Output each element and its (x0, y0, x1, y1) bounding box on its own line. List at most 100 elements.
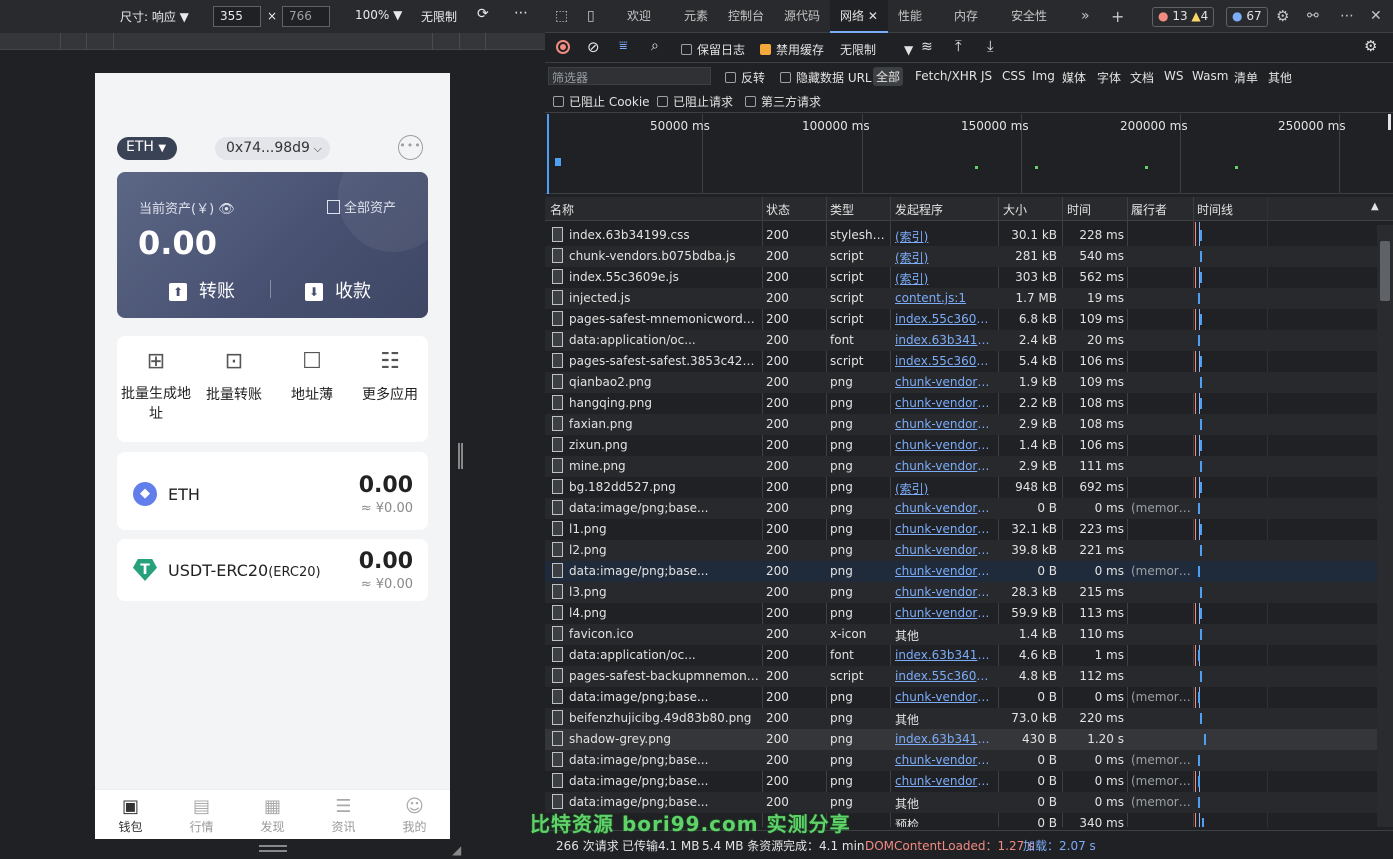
table-row[interactable]: bg.182dd527.png 200 png (索引) 948 kB 692 ms (545, 477, 1377, 498)
cell-initiator[interactable]: index.63b34199.... (895, 648, 995, 662)
tab-wallet[interactable]: ▣ 钱包 (95, 790, 166, 839)
viewport-resize-handle[interactable] (458, 443, 463, 469)
blocked-requests-checkbox[interactable]: 已阻止请求 (657, 93, 733, 110)
cell-initiator[interactable]: chunk-vendors.b... (895, 522, 995, 536)
cell-initiator[interactable]: chunk-vendors.b... (895, 585, 995, 599)
tab-elements[interactable]: 元素 (684, 0, 708, 33)
more-icon[interactable]: ⋯ (514, 5, 528, 21)
tab-profile[interactable]: ☺ 我的 (379, 790, 450, 839)
tab-performance[interactable]: 性能 (898, 0, 922, 33)
col-type[interactable]: 类型 (830, 201, 854, 218)
type-filter-xhr[interactable]: Fetch/XHR (915, 69, 977, 83)
zoom-dropdown[interactable]: 100% ▼ (355, 8, 402, 22)
tab-welcome[interactable]: 欢迎 (627, 0, 651, 33)
chain-selector[interactable]: ETH ▼ (117, 137, 177, 160)
table-row[interactable]: index.55c3609e.js 200 script (索引) 303 kB 562 … (545, 267, 1377, 288)
table-row[interactable]: data:image/png;base... 200 png chunk-vendor… (545, 687, 1377, 708)
scrollbar-thumb[interactable] (1380, 241, 1390, 301)
add-tab-icon[interactable]: + (1111, 0, 1124, 33)
type-filter-js[interactable]: JS (981, 69, 992, 83)
table-row[interactable]: faxian.png 200 png chunk-vendors.b... 2.9 kB… (545, 414, 1377, 435)
tab-console[interactable]: 控制台 (728, 0, 764, 33)
cell-initiator[interactable]: (索引) (895, 480, 995, 497)
height-input[interactable]: 766 (282, 6, 330, 27)
blocked-cookies-checkbox[interactable]: 已阻止 Cookie (553, 93, 650, 110)
eye-icon[interactable]: 👁 (218, 202, 235, 217)
size-dropdown[interactable]: 尺寸: 响应 ▼ (120, 8, 189, 25)
cell-initiator[interactable]: chunk-vendors.b... (895, 564, 995, 578)
table-row[interactable]: data:image/png;base... 200 png chunk-vendor… (545, 561, 1377, 582)
disable-cache-checkbox[interactable]: 禁用缓存 (760, 41, 824, 58)
cell-initiator[interactable]: chunk-vendors.b... (895, 396, 995, 410)
tab-security[interactable]: 安全性 (1011, 0, 1047, 33)
batch-transfer-button[interactable]: ⊡ 批量转账 (195, 348, 273, 404)
table-row[interactable]: chunk-vendors.b075bdba.js 200 script (索引) 28… (545, 246, 1377, 267)
address-selector[interactable]: 0x74...98d9 ⌵ (215, 137, 330, 160)
type-filter-manifest[interactable]: 清单 (1234, 69, 1258, 86)
batch-generate-address-button[interactable]: ⊞ 批量生成地址 (117, 348, 195, 424)
throttle-dropdown[interactable]: 无限制 (421, 8, 457, 25)
table-row[interactable]: data:application/oc... 200 font index.63b34… (545, 645, 1377, 666)
type-filter-css[interactable]: CSS (1002, 69, 1026, 83)
cell-initiator[interactable]: chunk-vendors.b... (895, 417, 995, 431)
table-row[interactable]: data:image/png;base... 200 png chunk-vendor… (545, 750, 1377, 771)
type-filter-all[interactable]: 全部 (873, 67, 904, 86)
col-size[interactable]: 大小 (1003, 201, 1027, 218)
rotate-icon[interactable]: ⟳ (477, 6, 489, 22)
third-party-checkbox[interactable]: 第三方请求 (745, 93, 821, 110)
table-row[interactable]: data:image/png;base... 200 png chunk-vendor… (545, 498, 1377, 519)
export-har-icon[interactable]: ⤓ (987, 37, 994, 55)
search-icon[interactable]: ⌕ (651, 38, 659, 54)
cell-initiator[interactable]: chunk-vendors.b... (895, 690, 995, 704)
filter-input[interactable]: 筛选器 (548, 67, 711, 85)
type-filter-font[interactable]: 字体 (1097, 69, 1121, 86)
record-icon[interactable] (556, 40, 570, 54)
table-scrollbar[interactable] (1377, 225, 1393, 827)
cell-initiator[interactable]: index.55c3609e.j... (895, 312, 995, 326)
table-row[interactable]: l3.png 200 png chunk-vendors.b... 28.3 kB 215… (545, 582, 1377, 603)
asset-row-eth[interactable]: ◆ ETH 0.00 ≈ ¥0.00 (117, 452, 428, 530)
col-name[interactable]: 名称 (550, 201, 574, 218)
table-row[interactable]: qianbao2.png 200 png chunk-vendors.b... 1.9 … (545, 372, 1377, 393)
table-row[interactable]: pages-safest-backupmnemonic-b... 200 scrip… (545, 666, 1377, 687)
table-row[interactable]: shadow-grey.png 200 png index.63b34199.... 4… (545, 729, 1377, 750)
issues-badge[interactable]: ● 67 (1226, 7, 1268, 27)
tab-sources[interactable]: 源代码 (784, 0, 820, 33)
close-icon[interactable]: ✕ (868, 9, 878, 23)
cell-initiator[interactable]: index.63b34199.... (895, 732, 995, 746)
more-tabs-icon[interactable]: » (1081, 0, 1090, 33)
settings-icon[interactable]: ⚙ (1276, 0, 1289, 33)
network-settings-icon[interactable]: ⚙ (1364, 37, 1377, 55)
tab-market[interactable]: ▤ 行情 (166, 790, 237, 839)
chat-icon[interactable]: ••• (398, 135, 423, 160)
all-assets-link[interactable]: 全部资产 (327, 197, 396, 216)
cell-initiator[interactable]: index.55c3609e.j... (895, 669, 995, 683)
type-filter-ws[interactable]: WS (1164, 69, 1183, 83)
table-row[interactable]: mine.png 200 png chunk-vendors.b... 2.9 kB 11… (545, 456, 1377, 477)
col-status[interactable]: 状态 (766, 201, 790, 218)
table-row[interactable]: l2.png 200 png chunk-vendors.b... 39.8 kB 221… (545, 540, 1377, 561)
cell-initiator[interactable]: (索引) (895, 270, 995, 287)
throttle-select[interactable]: 无限制 ▼ (840, 41, 913, 58)
type-filter-doc[interactable]: 文档 (1130, 69, 1154, 86)
table-row[interactable]: l1.png 200 png chunk-vendors.b... 32.1 kB 223… (545, 519, 1377, 540)
type-filter-wasm[interactable]: Wasm (1192, 69, 1228, 83)
cell-initiator[interactable]: chunk-vendors.b... (895, 438, 995, 452)
error-badge[interactable]: ● 13 ▲4 (1152, 7, 1215, 27)
preserve-log-checkbox[interactable]: 保留日志 (681, 41, 745, 58)
cell-initiator[interactable]: chunk-vendors.b... (895, 543, 995, 557)
col-fulfilled-by[interactable]: 履行者 (1131, 201, 1167, 218)
table-row[interactable]: injected.js 200 script content.js:1 1.7 MB 19… (545, 288, 1377, 309)
tab-network[interactable]: 网络 ✕ (830, 0, 888, 33)
invert-checkbox[interactable]: 反转 (725, 69, 765, 86)
table-row[interactable]: zixun.png 200 png chunk-vendors.b... 1.4 kB 1… (545, 435, 1377, 456)
col-waterfall[interactable]: 时间线 (1197, 201, 1233, 218)
receive-button[interactable]: ⬇ 收款 (305, 277, 371, 303)
table-row[interactable]: hangqing.png 200 png chunk-vendors.b... 2.2 … (545, 393, 1377, 414)
cell-initiator[interactable]: chunk-vendors.b... (895, 459, 995, 473)
table-row[interactable]: data:image/png;base... 200 png chunk-vendor… (545, 771, 1377, 792)
overview-range-handle[interactable] (1388, 114, 1391, 130)
table-row[interactable]: pages-safest-mnemonicwords-m... 200 script… (545, 309, 1377, 330)
tab-memory[interactable]: 内存 (954, 0, 978, 33)
sort-up-icon[interactable]: ▲ (1371, 201, 1379, 212)
